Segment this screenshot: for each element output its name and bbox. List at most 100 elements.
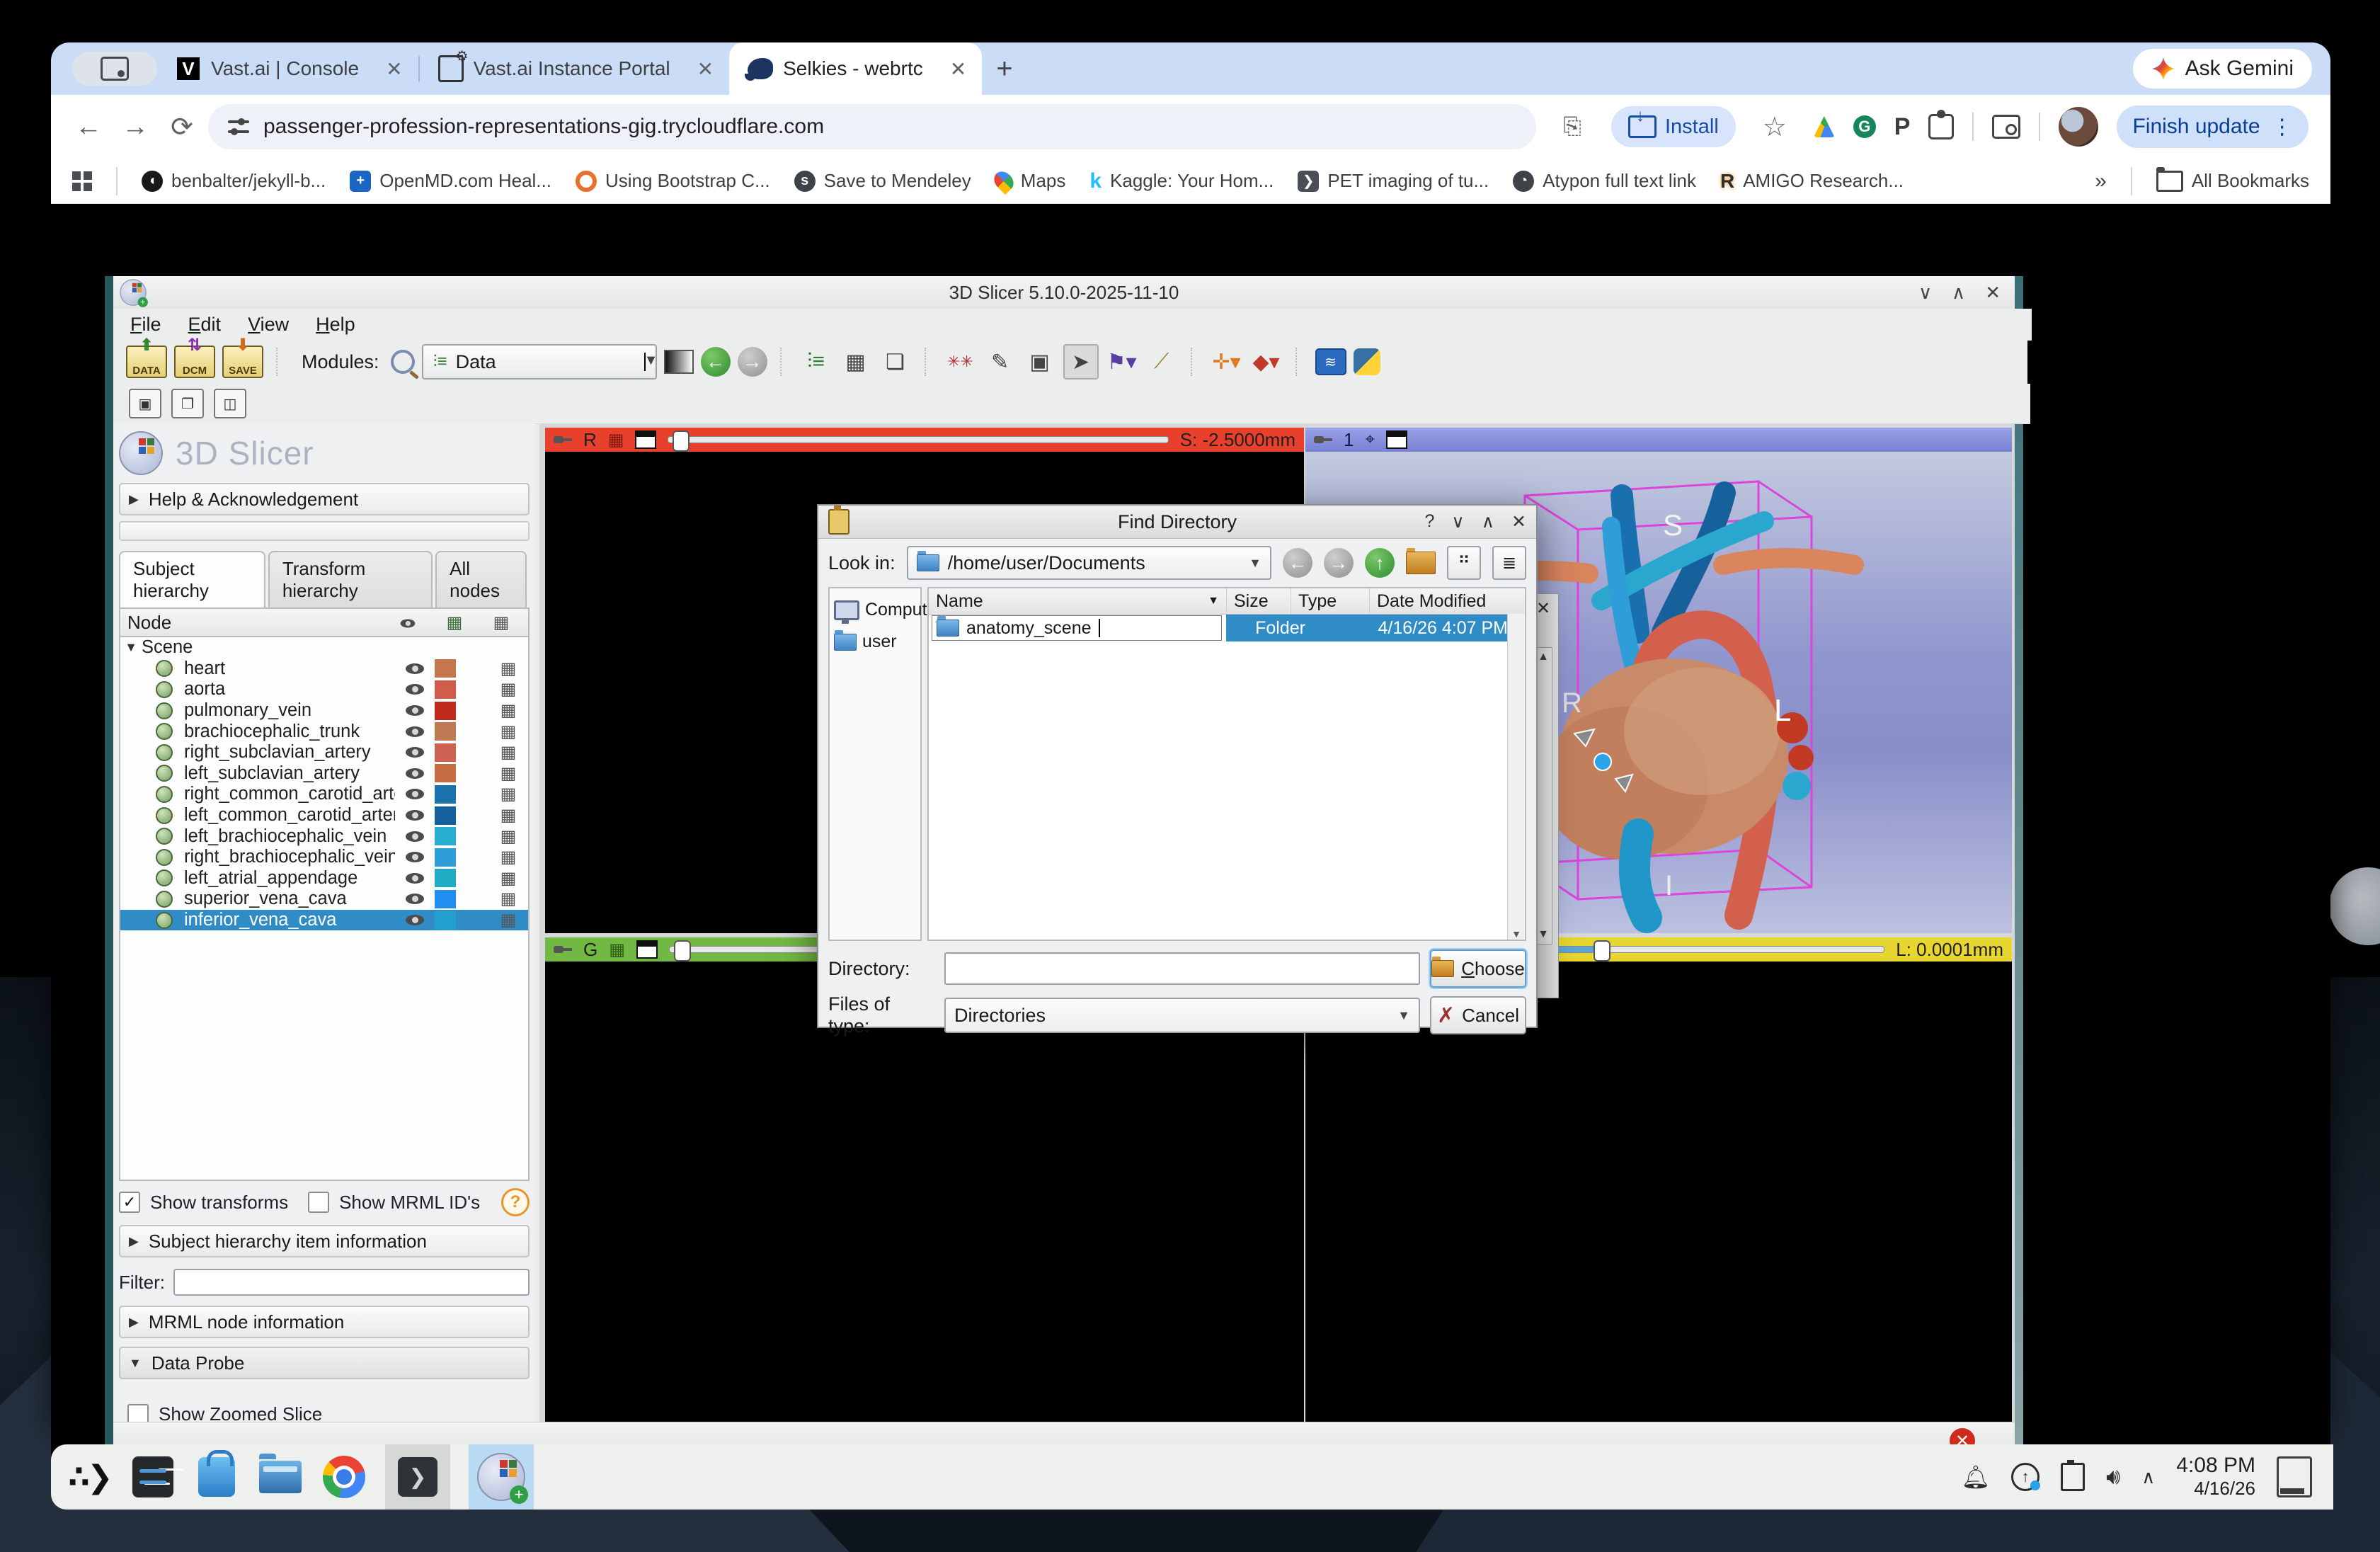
terminal-button[interactable]: ❯ (385, 1444, 450, 1510)
slider-handle[interactable] (673, 430, 690, 452)
bookmark-github[interactable]: ◖benbalter/jekyll-b... (142, 170, 326, 192)
column-date-modified[interactable]: Date Modified (1370, 588, 1525, 614)
subject-hierarchy-tree[interactable]: ▼ Scene heart▦ aorta▦ pulmonary_vein▦ br… (119, 637, 530, 1181)
transform-grid-icon[interactable]: ▦ (488, 742, 528, 763)
visibility-eye-icon[interactable] (395, 894, 435, 904)
node-row[interactable]: left_subclavian_artery▦ (120, 763, 528, 784)
minimize-icon[interactable]: ∨ (1918, 282, 1932, 304)
center-view-icon[interactable]: ⌖ (1365, 430, 1375, 450)
module-search-icon[interactable] (391, 350, 415, 374)
load-data-button[interactable]: ⬆DATA (126, 346, 167, 378)
visibility-eye-icon[interactable] (395, 873, 435, 884)
transform-column-icon[interactable]: ▦ (481, 612, 521, 633)
address-bar[interactable]: passenger-profession-representations-gig… (208, 104, 1536, 149)
tab-transform-hierarchy[interactable]: Transform hierarchy (268, 551, 433, 607)
visibility-eye-icon[interactable] (395, 831, 435, 842)
pin-icon[interactable] (554, 435, 572, 445)
tab-vast-console[interactable]: V Vast.ai | Console ✕ (157, 42, 418, 95)
maximize-icon[interactable]: ∧ (1952, 282, 1965, 304)
tab-close-icon[interactable]: ✕ (386, 57, 402, 81)
close-icon[interactable]: ✕ (1536, 598, 1550, 619)
node-row-selected[interactable]: inferior_vena_cava▦ (120, 910, 528, 931)
node-row[interactable]: aorta▦ (120, 679, 528, 700)
save-button[interactable]: ⬇SAVE (222, 346, 263, 378)
transform-grid-icon[interactable]: ▦ (488, 868, 528, 889)
color-swatch[interactable] (435, 764, 456, 782)
file-manager-button[interactable] (258, 1454, 303, 1500)
visibility-eye-icon[interactable] (395, 810, 435, 821)
chrome-button[interactable] (321, 1454, 367, 1500)
transform-grid-icon[interactable]: ▦ (488, 763, 528, 784)
node-row[interactable]: brachiocephalic_trunk▦ (120, 721, 528, 742)
visibility-eye-icon[interactable] (395, 768, 435, 779)
directory-input[interactable] (944, 952, 1420, 985)
show-mrml-ids-checkbox[interactable] (308, 1192, 329, 1213)
fiducial-points-icon[interactable]: ✳✳ (944, 346, 977, 378)
pin-icon[interactable] (554, 945, 572, 954)
clipboard-icon[interactable]: ⎘ (1552, 113, 1593, 140)
color-swatch[interactable] (435, 680, 456, 699)
node-row[interactable]: superior_vena_cava▦ (120, 889, 528, 910)
bookmark-star-icon[interactable]: ☆ (1754, 111, 1795, 143)
transform-grid-icon[interactable]: ▦ (488, 826, 528, 847)
forward-button[interactable]: → (115, 112, 156, 142)
data-probe-section[interactable]: ▼ Data Probe (119, 1347, 530, 1379)
minimize-icon[interactable]: ∨ (1451, 511, 1464, 532)
layout-cube-icon[interactable]: ▦ (840, 346, 872, 378)
red-slice-slider[interactable] (668, 436, 1168, 443)
tab-vast-portal[interactable]: Vast.ai Instance Portal ✕ (420, 42, 730, 95)
close-icon[interactable]: ✕ (1985, 282, 2001, 304)
filter-input[interactable] (173, 1269, 530, 1296)
visibility-eye-icon[interactable] (395, 915, 435, 925)
node-row[interactable]: left_common_carotid_artery▦ (120, 805, 528, 826)
node-row[interactable]: right_brachiocephalic_vein▦ (120, 847, 528, 868)
slider-handle[interactable] (1594, 940, 1610, 962)
column-name[interactable]: Name▼ (929, 588, 1227, 614)
scroll-up-icon[interactable]: ▲ (1538, 651, 1549, 663)
new-folder-button[interactable] (1406, 552, 1436, 574)
column-type[interactable]: Type (1291, 588, 1370, 614)
all-bookmarks-button[interactable]: All Bookmarks (2156, 170, 2309, 192)
transform-grid-icon[interactable]: ▦ (488, 658, 528, 679)
close-icon[interactable]: ✕ (1511, 511, 1526, 532)
rename-input[interactable]: anatomy_scene (932, 615, 1222, 641)
help-icon[interactable]: ? (1425, 511, 1435, 532)
reload-button[interactable]: ⟳ (161, 111, 202, 143)
app-launcher-button[interactable]: ∴❯ (67, 1454, 112, 1500)
finish-update-button[interactable]: Finish update ⋮ (2117, 105, 2308, 148)
slice-intersections-icon[interactable]: ◆▾ (1250, 346, 1283, 378)
install-button[interactable]: Install (1611, 106, 1736, 147)
forward-button[interactable]: → (1324, 548, 1354, 578)
dialog-title-bar[interactable]: Find Directory ? ∨ ∧ ✕ (818, 506, 1536, 539)
menu-file[interactable]: File (130, 314, 161, 336)
tab-close-icon[interactable]: ✕ (950, 57, 966, 81)
up-directory-button[interactable]: ↑ (1365, 548, 1395, 578)
column-size[interactable]: Size (1227, 588, 1291, 614)
show-module-panel-icon[interactable]: ⫶≡ (800, 346, 833, 378)
bookmark-openmd[interactable]: +OpenMD.com Heal... (350, 170, 551, 192)
transform-grid-icon[interactable]: ▦ (488, 700, 528, 721)
p-extension-icon[interactable]: P (1894, 113, 1911, 141)
tray-expand-icon[interactable]: ∧ (2141, 1466, 2155, 1488)
scroll-down-icon[interactable]: ▼ (1538, 928, 1549, 941)
cursor-tool-icon[interactable]: ➤ (1063, 344, 1099, 380)
visibility-eye-icon[interactable] (395, 789, 435, 799)
node-row[interactable]: pulmonary_vein▦ (120, 700, 528, 721)
transform-grid-icon[interactable]: ▦ (488, 847, 528, 867)
window-layout-icon[interactable]: ▣ (1024, 346, 1056, 378)
color-swatch[interactable] (435, 848, 456, 867)
annotate-pen-icon[interactable]: ✎ (984, 346, 1017, 378)
color-swatch[interactable] (435, 911, 456, 930)
scrollbar[interactable]: ▼ (1507, 614, 1525, 940)
tab-selkies[interactable]: Selkies - webrtc ✕ (729, 42, 982, 95)
color-swatch[interactable] (435, 785, 456, 804)
help-acknowledgement-section[interactable]: ▶ Help & Acknowledgement (119, 483, 530, 515)
color-swatch[interactable] (435, 827, 456, 845)
file-row-anatomy-scene[interactable]: anatomy_scene Folder 4/16/26 4:07 PM (929, 615, 1525, 641)
apps-grid-icon[interactable] (72, 171, 92, 191)
color-swatch[interactable] (435, 806, 456, 825)
tab-close-icon[interactable]: ✕ (697, 57, 714, 81)
tab-all-nodes[interactable]: All nodes (435, 551, 527, 607)
scene-views-icon[interactable]: ❐ (171, 389, 204, 418)
transform-grid-icon[interactable]: ▦ (488, 805, 528, 826)
